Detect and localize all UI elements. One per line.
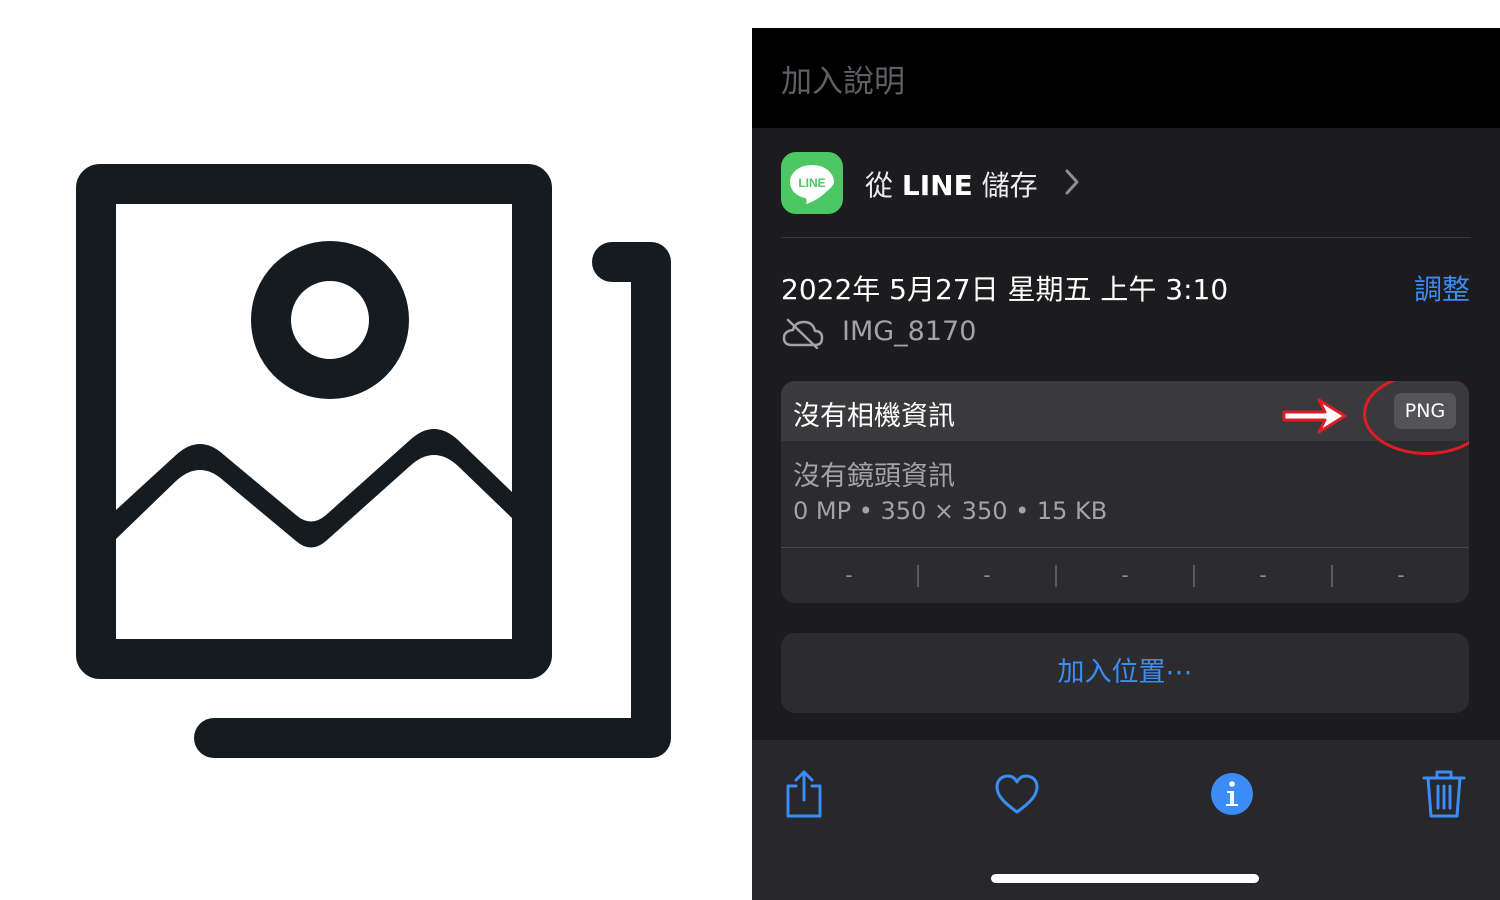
source-label: 從 LINE 儲存 bbox=[865, 164, 1038, 204]
image-gallery-icon bbox=[76, 164, 671, 758]
source-app-name: LINE bbox=[901, 169, 973, 202]
exif-value: - bbox=[1121, 563, 1129, 587]
info-icon[interactable] bbox=[1208, 768, 1256, 820]
source-suffix: 儲存 bbox=[972, 169, 1038, 202]
exif-value: - bbox=[1259, 563, 1267, 587]
exif-value: - bbox=[983, 563, 991, 587]
exif-value: - bbox=[1397, 563, 1405, 587]
source-prefix: 從 bbox=[865, 169, 902, 202]
heart-icon[interactable] bbox=[993, 768, 1041, 820]
annotation-arrow-icon bbox=[1282, 398, 1347, 434]
exif-row: - - - - - bbox=[781, 548, 1469, 603]
source-row[interactable]: LINE 從 LINE 儲存 bbox=[781, 152, 1471, 214]
photo-info-panel: 加入說明 LINE 從 LINE 儲存 2022年 5月27日 星期五 上午 3… bbox=[752, 28, 1500, 900]
lens-info-label: 沒有鏡頭資訊 bbox=[793, 461, 955, 492]
chevron-right-icon bbox=[1065, 169, 1079, 195]
exif-value: - bbox=[845, 563, 853, 587]
gallery-illustration bbox=[0, 0, 752, 900]
metadata-card: 沒有相機資訊 PNG 沒有鏡頭資訊 0 MP • 350 × 350 • 15 … bbox=[781, 381, 1469, 603]
divider bbox=[781, 237, 1471, 238]
camera-info-label: 沒有相機資訊 bbox=[793, 401, 955, 432]
photo-datetime: 2022年 5月27日 星期五 上午 3:10 bbox=[781, 273, 1229, 306]
line-app-icon: LINE bbox=[781, 152, 843, 214]
bottom-toolbar bbox=[752, 740, 1500, 900]
adjust-button[interactable]: 調整 bbox=[1414, 268, 1470, 308]
trash-icon[interactable] bbox=[1420, 768, 1468, 820]
share-icon[interactable] bbox=[780, 768, 828, 820]
home-indicator bbox=[991, 874, 1259, 883]
cloud-off-icon bbox=[782, 318, 824, 349]
photo-filename: IMG_8170 bbox=[842, 316, 977, 347]
annotation-circle bbox=[1363, 381, 1469, 455]
caption-bar: 加入說明 bbox=[752, 28, 1500, 128]
image-specs: 0 MP • 350 × 350 • 15 KB bbox=[793, 497, 1108, 525]
add-location-button[interactable]: 加入位置⋯ bbox=[781, 633, 1469, 713]
caption-input[interactable]: 加入說明 bbox=[781, 56, 905, 101]
line-logo-text: LINE bbox=[798, 176, 825, 190]
